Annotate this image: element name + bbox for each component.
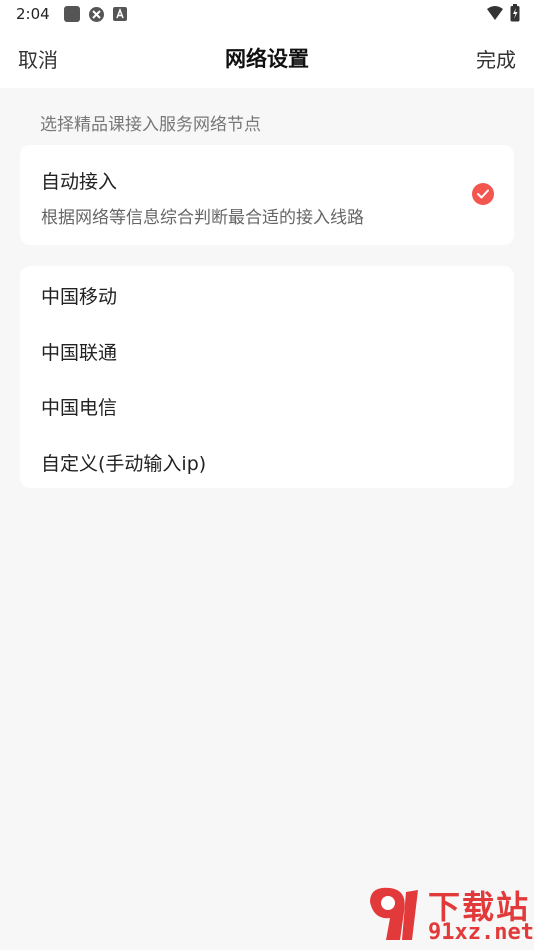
carrier-options-list: 中国移动 中国联通 中国电信 自定义(手动输入ip) bbox=[20, 266, 514, 488]
auto-access-title: 自动接入 bbox=[41, 171, 118, 193]
watermark-logo bbox=[370, 887, 418, 940]
battery-icon bbox=[510, 4, 520, 22]
done-button[interactable]: 完成 bbox=[476, 44, 516, 73]
option-custom-ip[interactable]: 自定义(手动输入ip) bbox=[41, 449, 206, 476]
bluetooth-like-icon bbox=[88, 6, 104, 22]
status-time: 2:04 bbox=[16, 5, 50, 23]
watermark-text-bottom: 91xz.net bbox=[428, 920, 534, 945]
section-hint: 选择精品课接入服务网络节点 bbox=[40, 115, 261, 135]
auto-access-option[interactable]: 自动接入 根据网络等信息综合判断最合适的接入线路 bbox=[20, 145, 514, 245]
cancel-button[interactable]: 取消 bbox=[18, 44, 58, 73]
square-icon bbox=[63, 6, 80, 22]
wifi-icon bbox=[487, 6, 503, 20]
a-icon bbox=[112, 7, 127, 21]
auto-access-description: 根据网络等信息综合判断最合适的接入线路 bbox=[41, 208, 364, 228]
watermark: 下载站 91xz.net bbox=[360, 882, 534, 948]
status-icons-right bbox=[486, 4, 520, 22]
nav-bar: 取消 网络设置 完成 bbox=[0, 28, 534, 88]
option-china-mobile[interactable]: 中国移动 bbox=[41, 282, 117, 309]
page-title: 网络设置 bbox=[225, 47, 309, 71]
option-china-unicom[interactable]: 中国联通 bbox=[41, 338, 117, 365]
status-bar: 2:04 bbox=[0, 0, 534, 28]
option-china-telecom[interactable]: 中国电信 bbox=[41, 393, 117, 420]
status-icons-left bbox=[63, 6, 127, 23]
check-icon bbox=[472, 183, 494, 205]
